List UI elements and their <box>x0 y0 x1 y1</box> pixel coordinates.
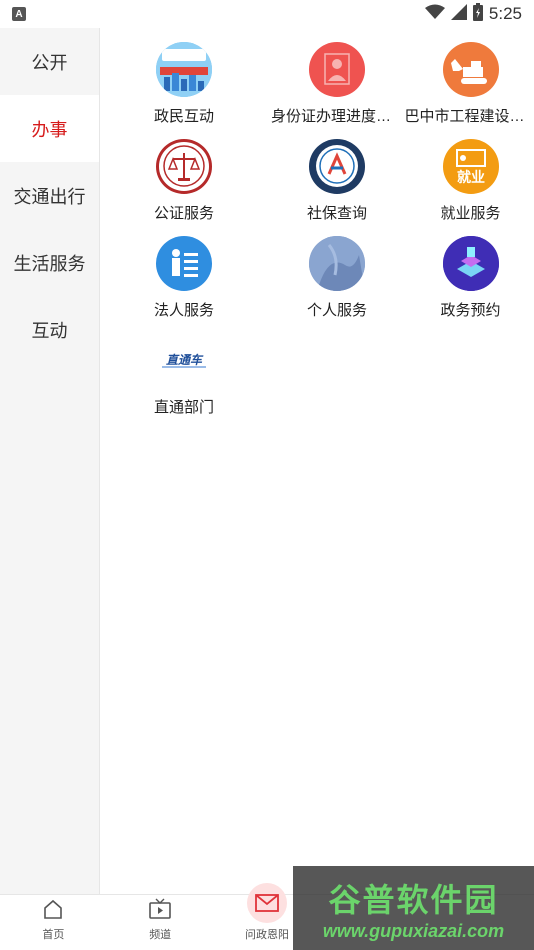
politics-interaction-icon <box>156 42 212 97</box>
status-bar: A 5:25 <box>0 0 534 28</box>
notary-scales-icon <box>156 139 212 194</box>
service-notary[interactable]: 公证服务 <box>101 125 267 222</box>
id-card-icon <box>309 42 365 97</box>
notification-icon: A <box>12 7 26 21</box>
grid-row: 法人服务 个人服务 政务预约 <box>101 222 534 319</box>
clock: 5:25 <box>488 4 522 23</box>
service-label: 社保查询 <box>306 204 367 222</box>
nav-label: 首页 <box>42 929 65 941</box>
excavator-icon <box>442 42 499 97</box>
direct-department-icon: 直通车 <box>156 333 212 388</box>
service-direct-department[interactable]: 直通车 直通部门 <box>101 319 267 416</box>
tv-icon <box>148 898 172 923</box>
nav-label: 问政恩阳 <box>244 929 289 941</box>
personal-service-icon <box>309 236 365 291</box>
watermark-url: www.gupuxiazai.com <box>322 920 505 941</box>
home-icon <box>42 898 64 923</box>
service-label: 政民互动 <box>153 107 214 125</box>
service-social-security[interactable]: 社保查询 <box>267 125 407 222</box>
service-label: 个人服务 <box>306 301 367 319</box>
service-label: 法人服务 <box>153 301 214 319</box>
social-security-icon <box>309 139 365 194</box>
mail-icon <box>246 883 287 923</box>
service-construction-project[interactable]: 巴中市工程建设项… <box>404 28 534 125</box>
svg-text:直通车: 直通车 <box>166 353 204 367</box>
service-legal-person[interactable]: 法人服务 <box>101 222 267 319</box>
service-label: 政务预约 <box>440 301 501 319</box>
service-label: 就业服务 <box>440 204 501 222</box>
service-politics-interaction[interactable]: 政民互动 <box>101 28 267 125</box>
grid-row: 政民互动 身份证办理进度查询 巴中市工程建设项… <box>101 28 534 125</box>
wifi-icon <box>424 4 445 25</box>
service-grid: 政民互动 身份证办理进度查询 巴中市工程建设项… 公证服务 社保查询 就业 就业… <box>101 28 534 416</box>
service-employment[interactable]: 就业 就业服务 <box>407 125 534 222</box>
grid-row: 公证服务 社保查询 就业 就业服务 <box>101 125 534 222</box>
service-id-card-progress[interactable]: 身份证办理进度查询 <box>267 28 407 125</box>
service-personal[interactable]: 个人服务 <box>267 222 407 319</box>
watermark: 谷普软件园 www.gupuxiazai.com <box>293 866 534 950</box>
employment-icon: 就业 <box>442 139 499 194</box>
category-sidebar: 公开 办事 交通出行 生活服务 互动 <box>0 28 100 894</box>
legal-person-icon <box>156 236 212 291</box>
watermark-title: 谷普软件园 <box>328 881 499 918</box>
sidebar-item-interaction[interactable]: 互动 <box>0 296 99 363</box>
signal-icon <box>450 3 467 25</box>
svg-text:就业: 就业 <box>457 169 485 186</box>
sidebar-item-public[interactable]: 公开 <box>0 28 99 95</box>
battery-icon <box>472 2 483 26</box>
appointment-icon <box>442 236 499 291</box>
nav-label: 频道 <box>149 929 172 941</box>
service-label: 直通部门 <box>153 398 214 416</box>
nav-home[interactable]: 首页 <box>0 895 107 950</box>
service-label: 身份证办理进度查询 <box>271 107 403 125</box>
service-label: 巴中市工程建设项… <box>404 107 534 125</box>
grid-row: 直通车 直通部门 <box>101 319 534 416</box>
sidebar-item-services[interactable]: 办事 <box>0 95 99 162</box>
sidebar-item-life-services[interactable]: 生活服务 <box>0 229 99 296</box>
sidebar-item-transport[interactable]: 交通出行 <box>0 162 99 229</box>
service-appointment[interactable]: 政务预约 <box>407 222 534 319</box>
nav-channel[interactable]: 频道 <box>107 895 214 950</box>
service-label: 公证服务 <box>153 204 214 222</box>
